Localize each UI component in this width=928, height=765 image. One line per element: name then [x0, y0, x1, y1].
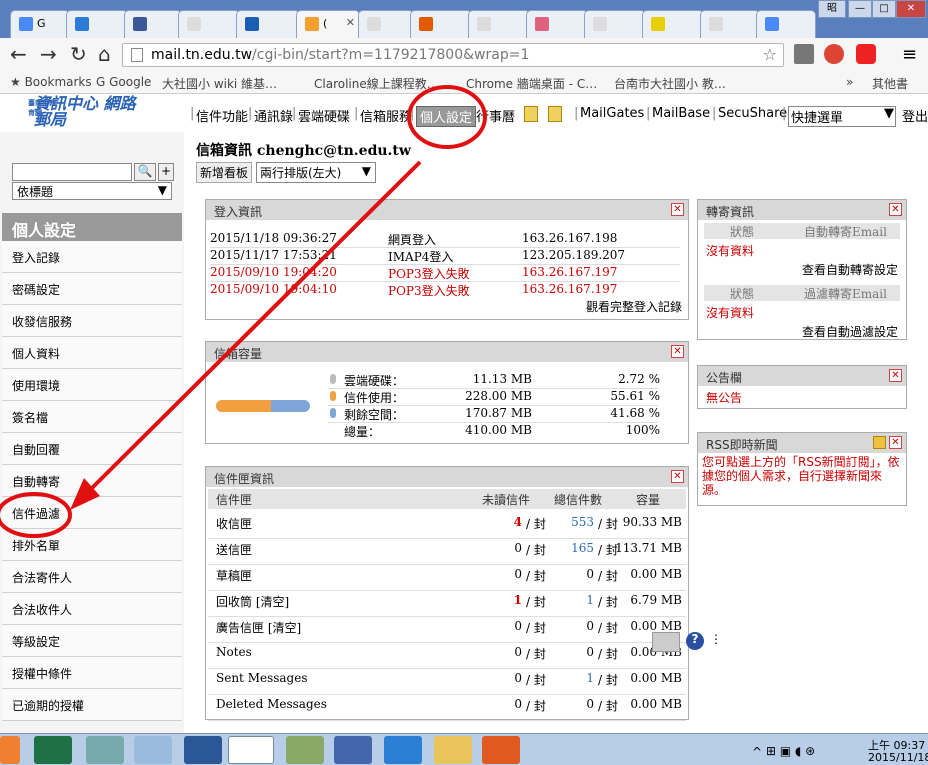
firefox-icon[interactable] [482, 736, 520, 764]
search-app-icon[interactable] [86, 736, 124, 764]
annotation-circle-nav [407, 85, 487, 149]
annotation-overlay [0, 85, 487, 538]
teamviewer-icon[interactable] [384, 736, 422, 764]
network-app-icon[interactable] [334, 736, 372, 764]
app-icon[interactable] [286, 736, 324, 764]
start-icon[interactable] [0, 736, 20, 764]
chrome-icon[interactable] [228, 736, 274, 764]
notepad-icon[interactable] [134, 736, 172, 764]
folder-icon[interactable] [434, 736, 472, 764]
tray-icons[interactable]: ⊞ ▣ ◖ ⊛ [766, 744, 815, 758]
annotation-arrow [88, 160, 422, 492]
excel-icon[interactable] [34, 736, 72, 764]
word-icon[interactable] [184, 736, 222, 764]
annotation-circle-side [0, 492, 72, 538]
show-hidden-icons[interactable]: ^ [752, 745, 762, 759]
clock-date[interactable]: 2015/11/18 [868, 751, 928, 764]
